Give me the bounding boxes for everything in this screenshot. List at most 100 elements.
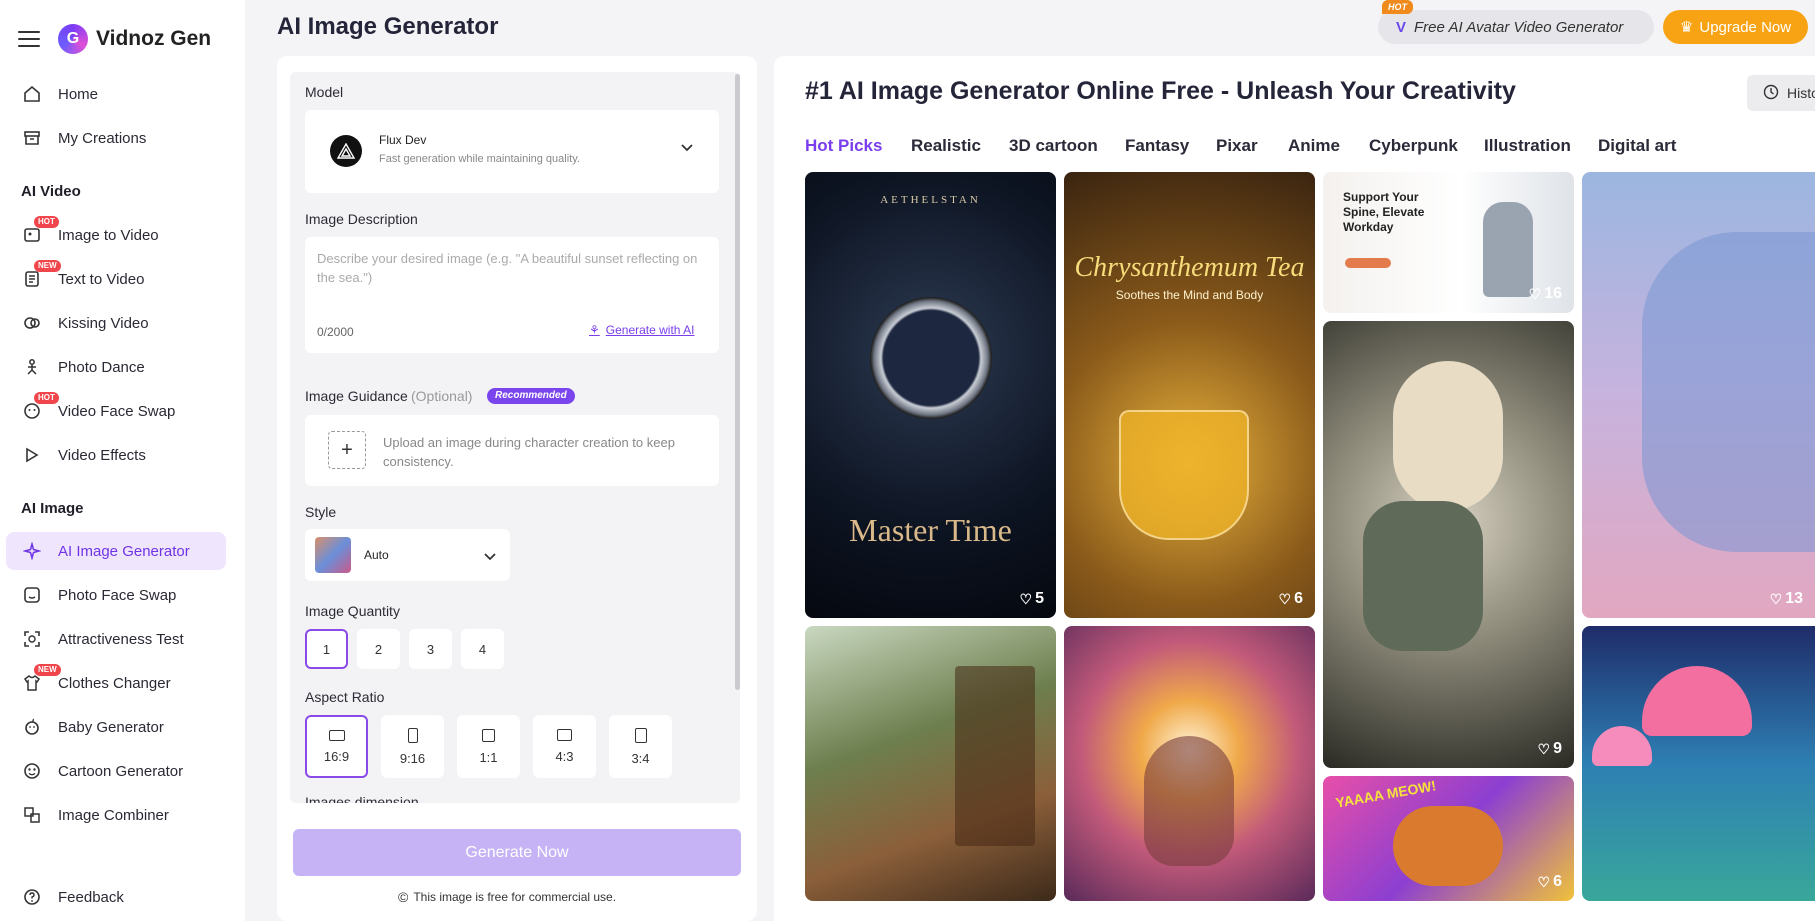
card-cta-pill [1345, 258, 1391, 268]
ratio-option-4-3[interactable]: 4:3 [533, 715, 596, 778]
gallery-card-office[interactable]: Support Your Spine, Elevate Workday ♡ 16 [1323, 172, 1574, 313]
sidebar-item-feedback[interactable]: Feedback [6, 878, 226, 916]
sidebar-item-video-face-swap[interactable]: HOT Video Face Swap [6, 392, 226, 430]
history-button[interactable]: Histo [1747, 75, 1815, 111]
like-number: 9 [1553, 740, 1562, 757]
promo-button[interactable]: HOT V Free AI Avatar Video Generator [1378, 0, 1654, 44]
menu-icon[interactable] [18, 31, 40, 47]
sidebar-item-baby-generator[interactable]: Baby Generator [6, 708, 226, 746]
sidebar-item-label: Photo Face Swap [58, 586, 177, 604]
like-count[interactable]: ♡ 5 [1020, 590, 1044, 608]
sidebar-item-video-effects[interactable]: Video Effects [6, 436, 226, 474]
like-count[interactable]: ♡ 16 [1529, 285, 1562, 303]
heart-icon: ♡ [1528, 285, 1542, 302]
like-count[interactable]: ♡ 6 [1279, 590, 1303, 608]
generate-now-button[interactable]: Generate Now [293, 829, 741, 876]
style-value: Auto [364, 548, 389, 562]
gallery-card-sky-face[interactable]: ♡ 13 [1582, 172, 1815, 618]
crown-icon: ♛ [1679, 19, 1694, 36]
guidance-upload-text: Upload an image during character creatio… [383, 435, 675, 469]
sidebar-item-kissing-video[interactable]: Kissing Video [6, 304, 226, 342]
tab-hot-picks[interactable]: Hot Picks [805, 136, 882, 156]
sidebar-item-cartoon-generator[interactable]: Cartoon Generator [6, 752, 226, 790]
sky-face-image [1642, 232, 1815, 552]
gallery-card-library[interactable] [805, 626, 1056, 901]
gallery-card-jellyfish[interactable] [1582, 626, 1815, 901]
tab-cyberpunk[interactable]: Cyberpunk [1369, 136, 1458, 156]
style-label: Style [305, 504, 337, 520]
sidebar-item-my-creations[interactable]: My Creations [6, 119, 226, 157]
tab-pixar[interactable]: Pixar [1216, 136, 1258, 156]
like-count[interactable]: ♡ 13 [1770, 590, 1803, 608]
generate-with-ai-link[interactable]: ⚘ Generate with AI [589, 323, 694, 337]
tea-cup-image [1119, 410, 1249, 540]
card-caption: Chrysanthemum Tea [1074, 252, 1305, 283]
sidebar-item-label: Kissing Video [58, 314, 149, 332]
style-thumbnail [315, 537, 351, 573]
quantity-option-3[interactable]: 3 [409, 629, 452, 669]
quantity-option-4[interactable]: 4 [461, 629, 504, 669]
sidebar-item-label: Video Face Swap [58, 402, 176, 420]
sidebar-item-attractiveness-test[interactable]: Attractiveness Test [6, 620, 226, 658]
ratio-label: 9:16 [399, 750, 426, 766]
tab-3d-cartoon[interactable]: 3D cartoon [1009, 136, 1098, 156]
description-input[interactable]: Describe your desired image (e.g. "A bea… [305, 237, 719, 353]
sidebar-item-ai-image-generator[interactable]: AI Image Generator [6, 532, 226, 570]
gallery-card-glowing-man[interactable] [1064, 626, 1315, 901]
sidebar-item-home[interactable]: Home [6, 75, 226, 113]
sidebar-item-label: AI Image Generator [58, 542, 190, 560]
logo-icon[interactable]: G [58, 24, 88, 54]
sidebar-item-photo-face-swap[interactable]: Photo Face Swap [6, 576, 226, 614]
sidebar-item-label: Image Combiner [58, 806, 169, 824]
char-count: 0/2000 [317, 325, 354, 339]
form-scrollbar[interactable] [735, 74, 740, 690]
tab-anime[interactable]: Anime [1288, 136, 1340, 156]
home-icon [22, 84, 42, 104]
tab-realistic[interactable]: Realistic [911, 136, 981, 156]
man-face-image [1144, 736, 1234, 866]
sidebar-item-image-to-video[interactable]: HOT Image to Video [6, 216, 226, 254]
sidebar-item-label: Video Effects [58, 446, 146, 464]
baby-icon [22, 717, 42, 737]
plus-icon[interactable]: + [328, 431, 366, 469]
tab-fantasy[interactable]: Fantasy [1125, 136, 1189, 156]
gallery-card-tea[interactable]: Chrysanthemum Tea Soothes the Mind and B… [1064, 172, 1315, 618]
sidebar-item-clothes-changer[interactable]: NEW Clothes Changer [6, 664, 226, 702]
upgrade-button[interactable]: ♛ Upgrade Now [1663, 10, 1808, 44]
quantity-label: Image Quantity [305, 603, 400, 619]
gallery-card-watch[interactable]: AETHELSTAN Master Time ♡ 5 [805, 172, 1056, 618]
sidebar-item-photo-dance[interactable]: Photo Dance [6, 348, 226, 386]
like-number: 6 [1553, 873, 1562, 890]
woman-image [1393, 361, 1503, 511]
quantity-option-1[interactable]: 1 [305, 629, 348, 669]
ratio-option-16-9[interactable]: 16:9 [305, 715, 368, 778]
portrait-icon [407, 727, 418, 743]
model-description: Fast generation while maintaining qualit… [379, 153, 580, 165]
copyright-icon: © [398, 889, 409, 905]
logo-text[interactable]: Vidnoz Gen [96, 27, 211, 51]
effects-icon [22, 445, 42, 465]
sidebar-item-label: Photo Dance [58, 358, 145, 376]
like-number: 13 [1785, 590, 1803, 607]
hot-badge: HOT [34, 392, 59, 404]
ratio-option-1-1[interactable]: 1:1 [457, 715, 520, 778]
like-count[interactable]: ♡ 9 [1538, 740, 1562, 758]
quantity-option-2[interactable]: 2 [357, 629, 400, 669]
gallery-card-cats[interactable]: YAAAA MEOW! ♡ 6 [1323, 776, 1574, 901]
tab-illustration[interactable]: Illustration [1484, 136, 1571, 156]
sidebar-item-image-combiner[interactable]: Image Combiner [6, 796, 226, 834]
guidance-upload[interactable]: + Upload an image during character creat… [305, 415, 719, 486]
clock-icon [1763, 84, 1779, 103]
style-select[interactable]: Auto [305, 529, 510, 581]
gallery-card-woman-dragon[interactable]: ♡ 9 [1323, 321, 1574, 768]
model-select[interactable]: Flux Dev Fast generation while maintaini… [305, 110, 719, 193]
like-count[interactable]: ♡ 6 [1538, 873, 1562, 891]
card-caption: YAAAA MEOW! [1334, 777, 1438, 811]
sidebar-item-label: Cartoon Generator [58, 762, 184, 780]
ratio-option-3-4[interactable]: 3:4 [609, 715, 672, 778]
ratio-label: 4:3 [555, 749, 574, 764]
ratio-label: 16:9 [323, 748, 350, 764]
sidebar-item-text-to-video[interactable]: NEW Text to Video [6, 260, 226, 298]
ratio-option-9-16[interactable]: 9:16 [381, 715, 444, 778]
tab-digital-art[interactable]: Digital art [1598, 136, 1676, 156]
